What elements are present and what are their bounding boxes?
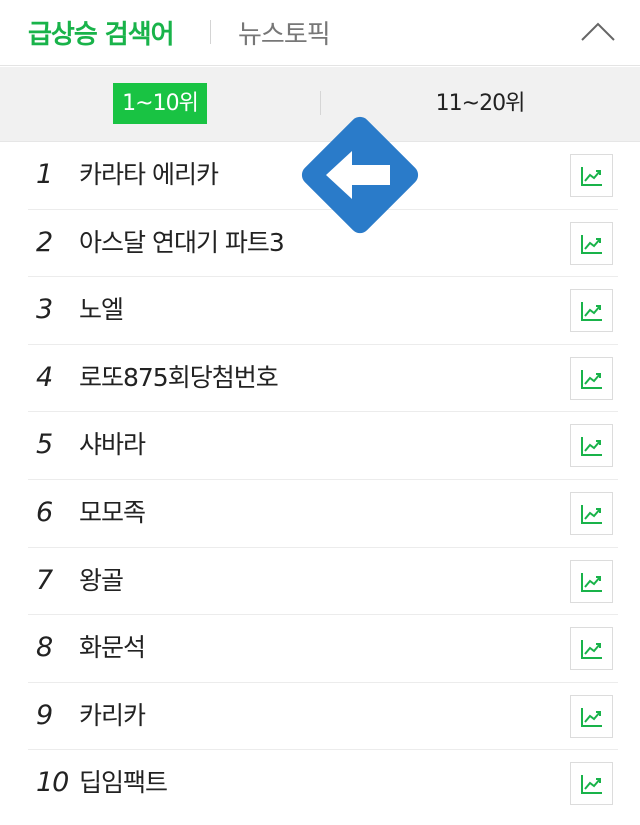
trend-button[interactable]	[570, 289, 613, 333]
trend-chart-icon	[581, 707, 602, 727]
keyword-row[interactable]: 8 화문석	[28, 615, 618, 683]
keyword-row[interactable]: 6 모모족	[28, 480, 618, 548]
keyword-row[interactable]: 5 샤바라	[28, 412, 618, 480]
keyword-rank: 1	[36, 159, 54, 190]
tab-news-topics[interactable]: 뉴스토픽	[238, 14, 331, 51]
tab-divider	[210, 20, 211, 44]
trend-button[interactable]	[570, 154, 613, 197]
range-11-20-button[interactable]: 11~20위	[420, 83, 540, 124]
tab-realtime-keywords[interactable]: 급상승 검색어	[28, 14, 175, 51]
trend-chart-icon	[581, 234, 602, 254]
trend-chart-icon	[581, 167, 602, 186]
keyword-label[interactable]: 카리카	[79, 683, 146, 749]
collapse-button[interactable]	[576, 14, 620, 50]
keyword-row[interactable]: 10 딥임팩트	[28, 750, 618, 818]
trend-chart-icon	[581, 572, 602, 592]
keyword-rank: 10	[36, 767, 69, 799]
trend-chart-icon	[581, 775, 602, 795]
keyword-row[interactable]: 7 왕골	[28, 548, 618, 616]
keyword-rank: 2	[36, 226, 54, 258]
trend-button[interactable]	[570, 221, 613, 265]
keyword-row[interactable]: 3 노엘	[28, 277, 618, 345]
trend-chart-icon	[581, 369, 602, 389]
trend-button[interactable]	[570, 356, 613, 400]
keyword-label[interactable]: 왕골	[79, 548, 124, 614]
keyword-label[interactable]: 아스달 연대기 파트3	[79, 210, 285, 276]
trend-button[interactable]	[570, 491, 613, 535]
trend-button[interactable]	[570, 762, 613, 806]
keyword-rank: 7	[36, 564, 54, 596]
keyword-row[interactable]: 9 카리카	[28, 683, 618, 751]
chevron-up-icon	[581, 22, 615, 41]
keyword-rank: 9	[36, 699, 54, 731]
keyword-label[interactable]: 로또875회당첨번호	[79, 345, 279, 411]
trend-button[interactable]	[570, 424, 613, 468]
keyword-rank: 3	[36, 294, 54, 326]
left-arrow-diamond-icon	[301, 116, 419, 234]
keyword-header: 급상승 검색어 뉴스토픽	[0, 0, 640, 66]
keyword-label[interactable]: 화문석	[79, 615, 146, 681]
keyword-label[interactable]: 노엘	[79, 277, 124, 343]
trend-button[interactable]	[570, 694, 613, 738]
trend-chart-icon	[581, 640, 602, 660]
keyword-rank: 8	[36, 632, 54, 664]
trend-button[interactable]	[570, 559, 613, 603]
keyword-label[interactable]: 모모족	[79, 480, 146, 546]
keyword-label[interactable]: 카라타 에리카	[79, 142, 219, 208]
keyword-rank: 4	[36, 361, 54, 393]
keyword-row[interactable]: 4 로또875회당첨번호	[28, 345, 618, 413]
trend-chart-icon	[581, 504, 602, 524]
trend-button[interactable]	[570, 627, 613, 671]
keyword-rank: 5	[36, 429, 54, 461]
trend-chart-icon	[581, 437, 602, 457]
range-1-10-button[interactable]: 1~10위	[113, 83, 207, 124]
trend-chart-icon	[581, 302, 602, 322]
keyword-rank: 6	[36, 496, 54, 528]
keyword-label[interactable]: 딥임팩트	[79, 750, 168, 816]
keyword-label[interactable]: 샤바라	[79, 412, 146, 478]
